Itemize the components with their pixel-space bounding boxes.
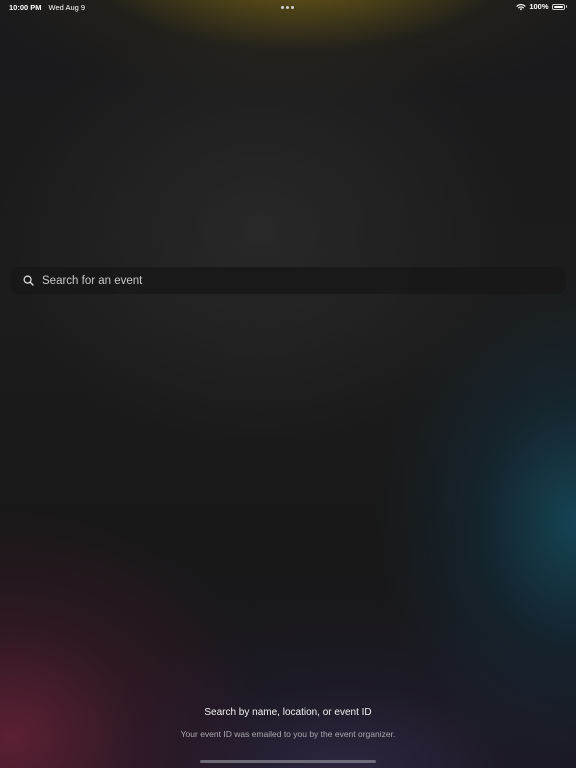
battery-icon <box>551 3 567 10</box>
wifi-icon <box>516 3 526 11</box>
dot <box>286 6 289 9</box>
battery-cap <box>565 5 567 8</box>
search-hint-subtitle: Your event ID was emailed to you by the … <box>180 729 396 739</box>
battery-percentage: 100% <box>529 2 549 11</box>
dot <box>291 6 294 9</box>
home-indicator[interactable] <box>200 760 376 763</box>
status-date: Wed Aug 9 <box>48 3 86 12</box>
status-bar: 10:00 PM Wed Aug 9 100% <box>0 0 576 16</box>
search-icon <box>23 275 34 286</box>
search-input[interactable] <box>42 270 566 291</box>
more-dots-icon[interactable] <box>281 6 294 9</box>
app-screen: 10:00 PM Wed Aug 9 100% Search for an ev… <box>0 0 576 768</box>
status-left: 10:00 PM Wed Aug 9 <box>9 3 85 12</box>
status-right: 100% <box>516 2 567 11</box>
dot <box>281 6 284 9</box>
search-bar[interactable] <box>10 267 566 294</box>
battery-body <box>551 3 565 10</box>
status-time: 10:00 PM <box>9 3 42 12</box>
search-hint-title: Search by name, location, or event ID <box>204 707 372 718</box>
battery-fill <box>553 5 563 8</box>
